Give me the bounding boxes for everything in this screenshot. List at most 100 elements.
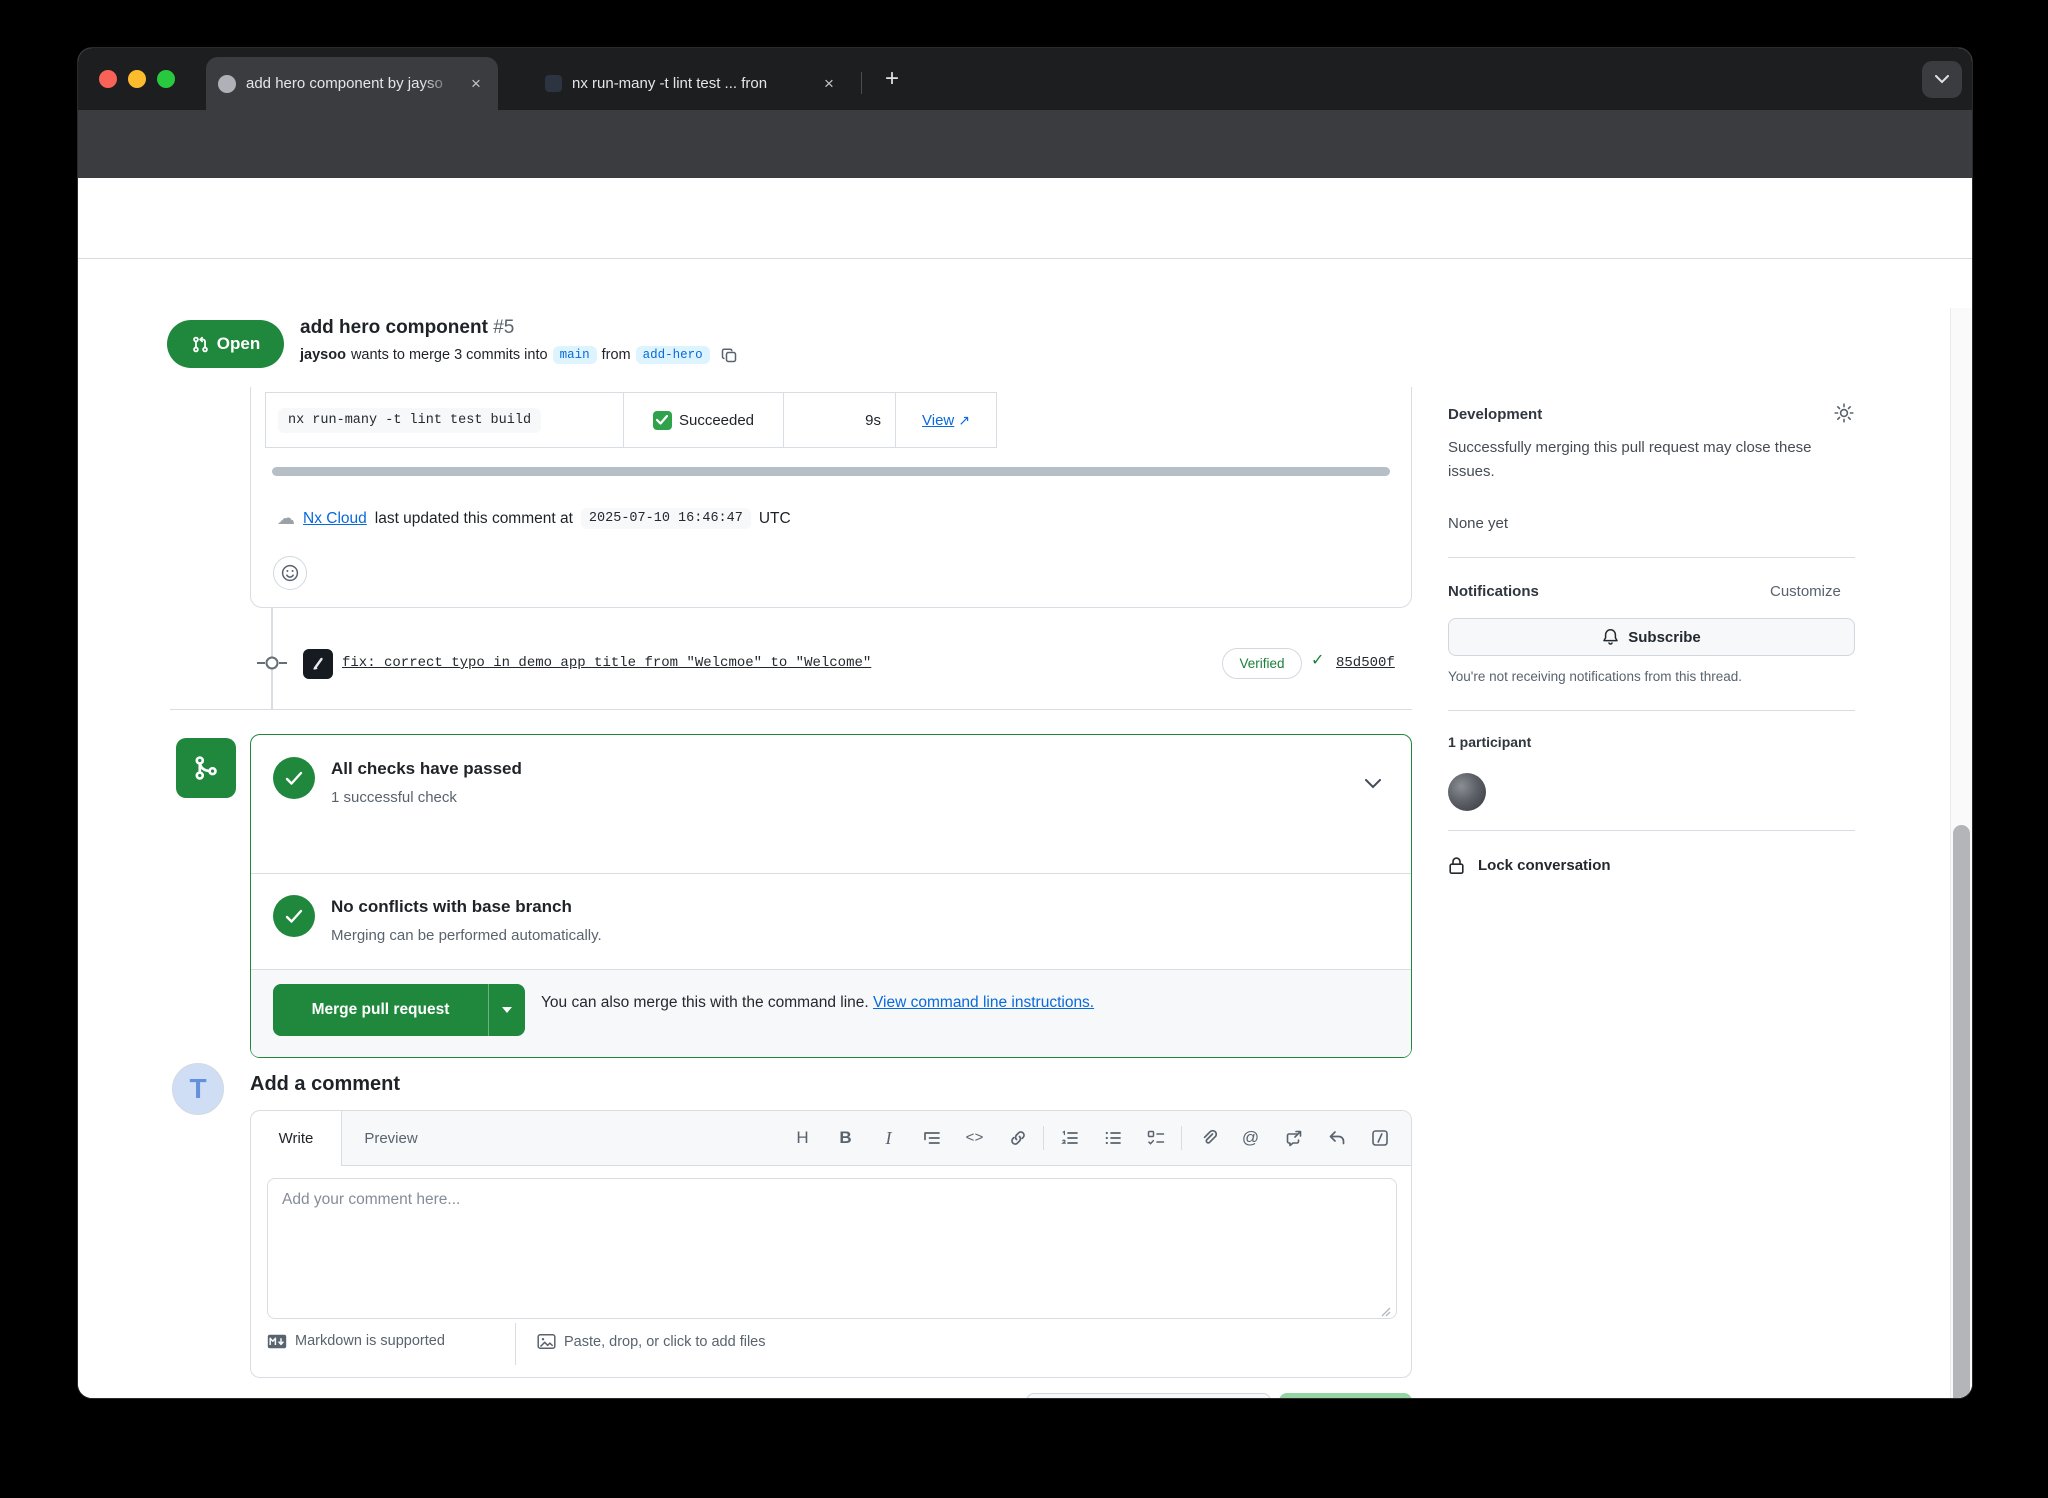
- tab-write[interactable]: Write: [251, 1111, 342, 1166]
- check-status-cell: Succeeded: [624, 393, 784, 447]
- numbered-list-icon[interactable]: [1048, 1111, 1091, 1165]
- development-body: Successfully merging this pull request m…: [1448, 436, 1858, 484]
- scrollbar-track[interactable]: [1950, 308, 1972, 1398]
- close-tab-icon[interactable]: ×: [466, 75, 486, 92]
- current-user-avatar: T: [172, 1063, 224, 1115]
- check-status: Succeeded: [679, 412, 754, 429]
- checks-passed-icon: [273, 757, 315, 799]
- subscribe-label: Subscribe: [1628, 629, 1701, 646]
- comment-submit-button[interactable]: Comment: [1279, 1393, 1412, 1398]
- close-tab-icon[interactable]: ×: [819, 75, 839, 92]
- merge-box-divider: [251, 873, 1411, 874]
- pr-number: #5: [493, 317, 514, 338]
- commit-message-link[interactable]: fix: correct typo in demo app title from…: [342, 655, 871, 671]
- verified-badge[interactable]: Verified: [1222, 648, 1302, 679]
- tab-strip: add hero component by jayso × nx run-man…: [78, 48, 1972, 110]
- pr-sticky-header: Open add hero component #5 jaysoo wants …: [78, 178, 1972, 259]
- resize-handle[interactable]: [1381, 1307, 1391, 1317]
- paste-files-note[interactable]: Paste, drop, or click to add files: [537, 1333, 766, 1350]
- cross-reference-icon[interactable]: [1272, 1111, 1315, 1165]
- pr-state-label: Open: [217, 334, 260, 354]
- attach-file-icon[interactable]: [1186, 1111, 1229, 1165]
- italic-icon[interactable]: I: [867, 1111, 910, 1165]
- tab-search-chevron-button[interactable]: [1922, 61, 1962, 98]
- note-divider: [515, 1323, 516, 1365]
- zoom-window-button[interactable]: [157, 70, 175, 88]
- mention-icon[interactable]: @: [1229, 1111, 1272, 1165]
- task-list-icon[interactable]: [1134, 1111, 1177, 1165]
- sidebar-divider: [1448, 710, 1855, 711]
- head-branch-chip[interactable]: add-hero: [636, 346, 710, 364]
- tab-preview[interactable]: Preview: [341, 1111, 441, 1165]
- merge-options-dropdown[interactable]: [488, 984, 525, 1036]
- subscribe-button[interactable]: Subscribe: [1448, 618, 1855, 656]
- bold-icon[interactable]: B: [824, 1111, 867, 1165]
- merge-status-box: All checks have passed 1 successful chec…: [250, 734, 1412, 1058]
- nx-cloud-link[interactable]: Nx Cloud: [303, 510, 367, 528]
- chevron-down-icon: [1935, 75, 1949, 84]
- close-window-button[interactable]: [99, 70, 117, 88]
- merge-box-footer: Merge pull request You can also merge th…: [251, 969, 1411, 1057]
- reply-icon[interactable]: [1315, 1111, 1358, 1165]
- all-checks-title: All checks have passed: [331, 759, 522, 779]
- git-pull-request-icon: [191, 335, 210, 354]
- check-command: nx run-many -t lint test build: [278, 408, 541, 433]
- add-reaction-button[interactable]: [273, 556, 307, 590]
- lock-label: Lock conversation: [1478, 857, 1611, 874]
- notifications-heading: Notifications: [1448, 583, 1539, 600]
- quote-icon[interactable]: [910, 1111, 953, 1165]
- horizontal-scrollbar[interactable]: [272, 467, 1390, 476]
- image-icon: [537, 1333, 556, 1350]
- bulleted-list-icon[interactable]: [1091, 1111, 1134, 1165]
- participant-avatar[interactable]: [1448, 773, 1486, 811]
- markdown-note[interactable]: Markdown is supported: [267, 1333, 445, 1349]
- close-pull-request-button[interactable]: Close pull request: [1026, 1393, 1271, 1398]
- nx-cloud-updated-line: ☁ Nx Cloud last updated this comment at …: [277, 508, 791, 529]
- development-heading: Development: [1448, 406, 1542, 423]
- check-command-cell: nx run-many -t lint test build: [266, 393, 624, 447]
- no-conflicts-title: No conflicts with base branch: [331, 897, 572, 917]
- lock-icon: [1448, 856, 1465, 875]
- development-none-yet: None yet: [1448, 512, 1858, 536]
- view-link[interactable]: View: [922, 412, 954, 429]
- check-view-cell: View ↗: [896, 393, 996, 447]
- cli-instructions-link[interactable]: View command line instructions.: [873, 994, 1094, 1011]
- pr-author[interactable]: jaysoo: [300, 347, 346, 363]
- tab-nx-cloud[interactable]: nx run-many -t lint test ... fron ×: [533, 57, 851, 110]
- new-tab-button[interactable]: +: [874, 61, 910, 97]
- lock-conversation-button[interactable]: Lock conversation: [1448, 856, 1611, 875]
- tab-title: nx run-many -t lint test ... fron: [572, 75, 809, 92]
- commit-check-icon: ✓: [1311, 650, 1324, 670]
- merge-pull-request-button[interactable]: Merge pull request: [273, 984, 525, 1036]
- add-comment-heading: Add a comment: [250, 1073, 400, 1096]
- slash-command-icon[interactable]: [1358, 1111, 1401, 1165]
- copy-icon[interactable]: [721, 347, 738, 364]
- pr-subtitle: jaysoo wants to merge 3 commits into mai…: [300, 346, 738, 364]
- formatting-toolbar: H B I <>: [781, 1111, 1401, 1165]
- base-branch-chip[interactable]: main: [553, 346, 597, 364]
- comment-input[interactable]: [267, 1178, 1397, 1319]
- sidebar-divider: [1448, 557, 1855, 558]
- cloud-icon: ☁: [277, 508, 295, 529]
- expand-checks-chevron-icon[interactable]: [1365, 779, 1381, 789]
- merge-button-label: Merge pull request: [273, 1001, 488, 1019]
- link-icon[interactable]: [996, 1111, 1039, 1165]
- tab-pull-request[interactable]: add hero component by jayso ×: [206, 57, 498, 110]
- code-icon[interactable]: <>: [953, 1111, 996, 1165]
- screenshot-stage: add hero component by jayso × nx run-man…: [0, 0, 2048, 1498]
- sidebar-divider: [1448, 830, 1855, 831]
- customize-link[interactable]: Customize: [1770, 583, 1841, 600]
- minimize-window-button[interactable]: [128, 70, 146, 88]
- heading-icon[interactable]: H: [781, 1111, 824, 1165]
- no-conflicts-icon: [273, 895, 315, 937]
- commit-sha-link[interactable]: 85d500f: [1336, 655, 1395, 671]
- commit-author-avatar[interactable]: [303, 649, 333, 679]
- participants-heading: 1 participant: [1448, 734, 1531, 750]
- no-conflicts-subtitle: Merging can be performed automatically.: [331, 927, 602, 944]
- git-merge-tile: [176, 738, 236, 798]
- gear-icon[interactable]: [1833, 402, 1855, 424]
- checks-table-row: nx run-many -t lint test build Succeeded…: [265, 392, 997, 448]
- pr-title: add hero component #5: [300, 317, 514, 339]
- scrollbar-thumb[interactable]: [1953, 825, 1970, 1398]
- caret-down-icon: [502, 1007, 512, 1013]
